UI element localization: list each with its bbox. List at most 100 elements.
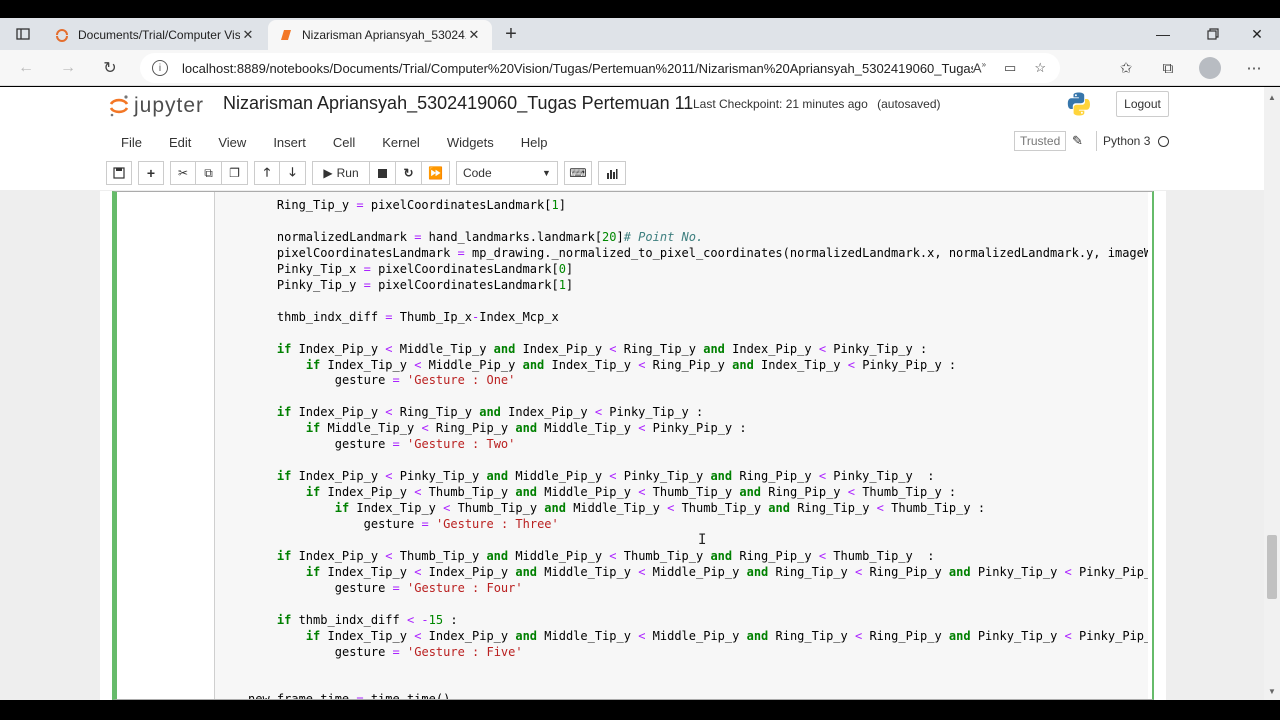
code-line: if Index_Pip_y < Thumb_Tip_y and Middle_… — [276, 548, 935, 563]
jupyter-logo[interactable]: jupyter — [108, 93, 204, 119]
menu-file[interactable]: File — [108, 135, 156, 150]
copy-icon: ⧉ — [204, 165, 213, 180]
notebook-container: Ring_Tip_y = pixelCoordinatesLandmark[1]… — [100, 191, 1166, 700]
paste-icon: ❐ — [229, 166, 240, 180]
avatar — [1199, 57, 1221, 79]
menu-cell[interactable]: Cell — [320, 135, 369, 150]
code-line: if Index_Pip_y < Middle_Tip_y and Index_… — [276, 341, 928, 356]
restart-run-all-button[interactable]: ⏩ — [422, 161, 450, 185]
menu-widgets[interactable]: Widgets — [434, 135, 508, 150]
tab-notebook[interactable]: Nizarisman Apriansyah_5302419 ✕ — [268, 20, 492, 50]
browser-window: Documents/Trial/Computer Visio ✕ Nizaris… — [0, 0, 1280, 720]
code-line: gesture = 'Gesture : Three' — [363, 517, 559, 531]
code-line: if Index_Tip_y < Index_Pip_y and Middle_… — [305, 628, 1148, 643]
tab-strip: Documents/Trial/Computer Visio ✕ Nizaris… — [0, 18, 1280, 50]
insert-cell-button[interactable]: + — [138, 161, 164, 185]
keyboard-icon: ⌨ — [569, 166, 587, 180]
arrow-down-icon: 🡓 — [289, 164, 296, 179]
info-icon[interactable]: i — [152, 60, 168, 76]
jupyter-favicon-icon — [56, 29, 68, 42]
scissors-icon: ✂ — [177, 166, 189, 180]
page-scrollbar[interactable]: ▲ ▼ — [1264, 87, 1280, 700]
chevron-down-icon: ▼ — [542, 168, 551, 178]
more-icon[interactable]: ⋯ — [1240, 54, 1268, 82]
code-line: Pinky_Tip_y = pixelCoordinatesLandmark[1… — [276, 277, 574, 292]
tab-documents[interactable]: Documents/Trial/Computer Visio ✕ — [44, 20, 266, 50]
move-down-button[interactable]: 🡓 — [280, 161, 306, 185]
checkpoint-text: Last Checkpoint: 21 minutes ago — [693, 97, 868, 111]
command-palette-button[interactable]: ⌨ — [563, 161, 592, 185]
code-line: if Middle_Tip_y < Ring_Pip_y and Middle_… — [305, 421, 747, 436]
kernel-idle-icon — [1158, 135, 1170, 147]
scroll-up-icon[interactable]: ▲ — [1268, 93, 1276, 102]
profile-icon[interactable] — [1196, 54, 1224, 82]
paste-button[interactable]: ❐ — [222, 161, 248, 185]
plus-icon: + — [146, 165, 156, 181]
favorite-add-icon[interactable]: ☆ — [1034, 60, 1046, 76]
run-button[interactable]: ▶ Run — [312, 161, 370, 185]
logout-button[interactable]: Logout — [1116, 91, 1169, 117]
menu-edit[interactable]: Edit — [156, 135, 205, 150]
restart-button[interactable]: ↻ — [396, 161, 422, 185]
fast-forward-icon: ⏩ — [428, 166, 443, 180]
menu-kernel[interactable]: Kernel — [369, 135, 434, 150]
trusted-badge[interactable]: Trusted — [1014, 131, 1067, 151]
tab-actions-icon[interactable] — [0, 18, 46, 50]
back-icon[interactable]: ← — [12, 54, 40, 82]
kernel-name: Python 3 — [1103, 134, 1151, 148]
cut-button[interactable]: ✂ — [170, 161, 196, 185]
tab-label: Nizarisman Apriansyah_5302419 — [302, 28, 466, 42]
code-line: Pinky_Tip_x = pixelCoordinatesLandmark[0… — [276, 261, 574, 276]
address-bar-row: ← → ↻ i localhost:8889/notebooks/Documen… — [0, 50, 1280, 86]
arrow-up-icon: 🡑 — [263, 164, 271, 179]
minimize-icon[interactable]: — — [1140, 18, 1186, 50]
menu-help[interactable]: Help — [508, 135, 562, 150]
notebook-title[interactable]: Nizarisman Apriansyah_5302419060_Tugas P… — [223, 93, 693, 114]
address-bar[interactable]: i localhost:8889/notebooks/Documents/Tri… — [140, 53, 1060, 83]
close-icon[interactable]: ✕ — [466, 27, 482, 43]
run-label: Run — [336, 166, 359, 180]
move-up-button[interactable]: 🡑 — [254, 161, 280, 185]
close-icon[interactable]: ✕ — [240, 27, 256, 43]
forward-icon[interactable]: → — [54, 54, 82, 82]
copy-button[interactable]: ⧉ — [196, 161, 222, 185]
code-line: if Index_Tip_y < Index_Pip_y and Middle_… — [305, 564, 1148, 579]
autosave-status: (autosaved) — [877, 97, 941, 111]
checkpoint-status: Last Checkpoint: 21 minutes ago (autosav… — [693, 97, 941, 111]
scroll-thumb[interactable] — [1267, 535, 1277, 599]
edit-mode-pencil-icon: ✎ — [1072, 133, 1083, 148]
notebook-header: jupyter Nizarisman Apriansyah_5302419060… — [0, 87, 1264, 190]
python-logo-icon — [1067, 92, 1090, 116]
close-window-icon[interactable]: ✕ — [1234, 18, 1280, 50]
new-tab-icon[interactable]: + — [498, 20, 524, 48]
code-line: if Index_Pip_y < Ring_Tip_y and Index_Pi… — [276, 405, 704, 420]
interrupt-button[interactable] — [370, 161, 396, 185]
chart-button[interactable] — [597, 161, 626, 185]
code-line: pixelCoordinatesLandmark = mp_drawing._n… — [276, 245, 1148, 260]
code-line: if Index_Pip_y < Pinky_Tip_y and Middle_… — [276, 469, 935, 484]
code-cell[interactable]: Ring_Tip_y = pixelCoordinatesLandmark[1]… — [112, 191, 1154, 700]
cell-type-select[interactable]: Code ▼ — [455, 161, 558, 185]
restart-icon: ↻ — [403, 166, 414, 180]
favorites-icon[interactable]: ✩ — [1112, 54, 1140, 82]
menu-insert[interactable]: Insert — [260, 135, 320, 150]
code-line: thmb_indx_diff = Thumb_Ip_x-Index_Mcp_x — [276, 309, 559, 324]
cell-prompt — [117, 192, 213, 699]
refresh-icon[interactable]: ↻ — [96, 54, 124, 82]
jupyter-page: jupyter Nizarisman Apriansyah_5302419060… — [0, 87, 1280, 700]
code-line: if Index_Tip_y < Thumb_Tip_y and Middle_… — [334, 501, 986, 516]
read-aloud-icon[interactable]: A» — [973, 60, 986, 76]
app-available-icon[interactable]: ▭ — [1004, 60, 1016, 76]
code-line: gesture = 'Gesture : Five' — [334, 644, 523, 659]
code-editor[interactable]: Ring_Tip_y = pixelCoordinatesLandmark[1]… — [214, 192, 1148, 699]
save-button[interactable] — [106, 161, 132, 185]
menu-view[interactable]: View — [205, 135, 260, 150]
collections-icon[interactable]: ⧉ — [1154, 54, 1182, 82]
restore-icon[interactable] — [1190, 18, 1236, 50]
url-text: localhost:8889/notebooks/Documents/Trial… — [182, 60, 973, 76]
scroll-down-icon[interactable]: ▼ — [1268, 687, 1276, 696]
code-line: gesture = 'Gesture : Two' — [334, 437, 516, 452]
kernel-indicator[interactable]: Python 3 — [1096, 131, 1170, 151]
code-line: gesture = 'Gesture : One' — [334, 373, 516, 388]
bar-chart-icon — [606, 168, 618, 179]
